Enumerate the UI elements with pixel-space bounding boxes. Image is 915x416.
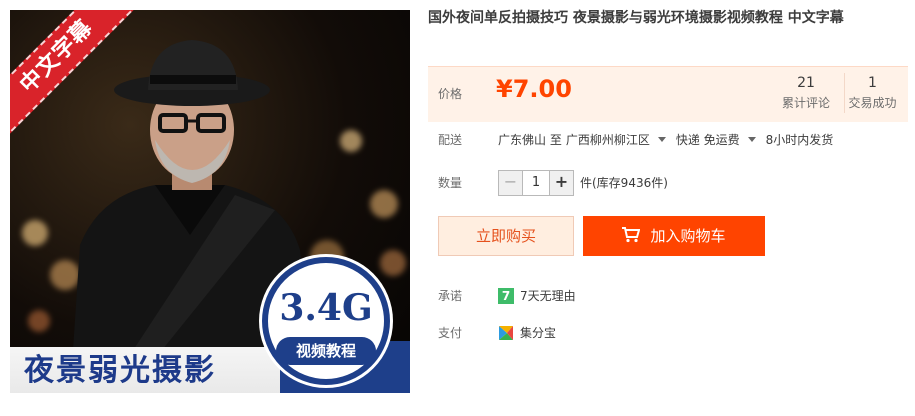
jifenbao-icon: [499, 325, 513, 340]
product-title: 国外夜间单反拍摄技巧 夜景摄影与弱光环境摄影视频教程 中文字幕: [428, 10, 844, 26]
payment-row: 支付 集分宝: [438, 324, 556, 342]
shipping-method[interactable]: 快递 免运费: [676, 133, 740, 147]
shipping-from: 广东佛山 至: [498, 133, 562, 147]
quantity-row: 数量 − 1 + 件(库存9436件): [438, 170, 668, 196]
review-count-label: 累计评论: [781, 96, 830, 110]
price-panel: 价格 ¥7.00 21 累计评论 1 交易成功: [428, 66, 908, 122]
seven-day-return-icon: 7: [498, 287, 514, 304]
price-label: 价格: [438, 87, 463, 101]
quantity-stepper: − 1 +: [498, 170, 574, 196]
quantity-input[interactable]: 1: [523, 171, 549, 195]
payment-label: 支付: [438, 326, 463, 340]
trade-count-label: 交易成功: [848, 96, 897, 110]
review-count: 21: [797, 75, 815, 91]
bokeh-light: [340, 130, 362, 152]
dispatch-time: 8小时内发货: [765, 133, 834, 147]
bokeh-light: [370, 190, 398, 218]
chevron-down-icon[interactable]: [657, 137, 666, 142]
payment-text: 集分宝: [520, 326, 557, 340]
promise-row: 承诺 7 7天无理由: [438, 287, 576, 305]
product-image[interactable]: 中文字幕 夜景弱光摄影 3.4G 视频教程: [10, 10, 410, 393]
trade-count: 1: [868, 75, 877, 91]
bokeh-light: [22, 220, 48, 246]
product-info: 国外夜间单反拍摄技巧 夜景摄影与弱光环境摄影视频教程 中文字幕: [428, 8, 908, 28]
size-badge: 3.4G 视频教程: [262, 257, 390, 385]
trade-count-stat: 1 交易成功: [844, 73, 900, 113]
shipping-destination[interactable]: 广西柳州柳江区: [566, 133, 650, 147]
cart-icon: [622, 227, 641, 243]
promise-text[interactable]: 7天无理由: [520, 289, 576, 303]
add-to-cart-label: 加入购物车: [650, 227, 726, 245]
quantity-label: 数量: [438, 176, 463, 190]
promise-label: 承诺: [438, 289, 463, 303]
price-value: ¥7.00: [496, 75, 572, 103]
size-badge-label: 视频教程: [276, 337, 376, 365]
shipping-row: 配送 广东佛山 至广西柳州柳江区 快递 免运费 8小时内发货: [438, 131, 837, 148]
quantity-decrease-button[interactable]: −: [499, 171, 523, 195]
image-headline: 夜景弱光摄影: [24, 353, 216, 388]
quantity-increase-button[interactable]: +: [549, 171, 573, 195]
shipping-label: 配送: [438, 133, 463, 147]
chevron-down-icon[interactable]: [747, 137, 756, 142]
bokeh-light: [380, 250, 406, 276]
bokeh-light: [28, 310, 50, 332]
stock-info: 件(库存9436件): [580, 176, 668, 190]
size-badge-value: 3.4G: [279, 287, 373, 329]
buy-now-button[interactable]: 立即购买: [438, 216, 574, 256]
review-count-stat[interactable]: 21 累计评论: [778, 73, 834, 113]
add-to-cart-button[interactable]: 加入购物车: [583, 216, 765, 256]
